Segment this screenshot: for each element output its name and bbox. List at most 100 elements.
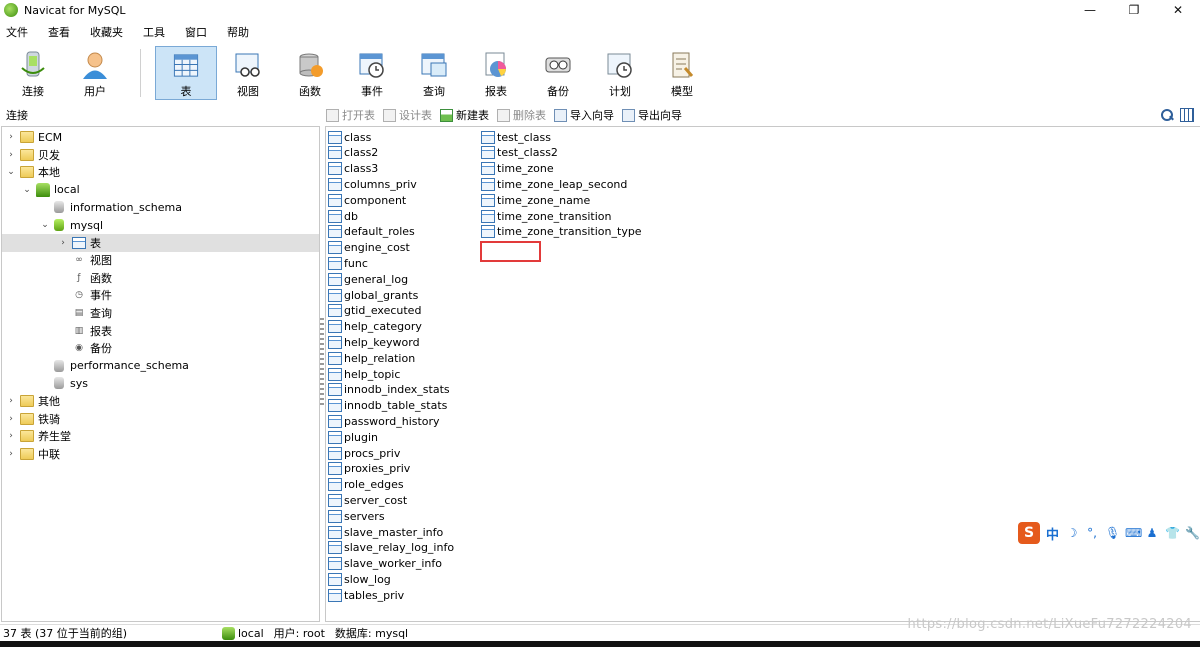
table-list-item[interactable]: global_grants [328,287,418,303]
tree-item[interactable]: › 中联 [2,445,319,463]
restore-button[interactable]: ❐ [1112,0,1156,20]
table-list-item[interactable]: test_class2 [481,145,558,161]
toolbar-event-button[interactable]: 事件 [341,46,403,100]
chevron-right-icon[interactable]: › [6,396,16,406]
table-list-item[interactable]: slow_log [328,571,391,587]
table-list-item[interactable]: server_cost [328,492,407,508]
table-list-item[interactable]: engine_cost [328,240,410,256]
ime-mode[interactable]: 中 [1046,524,1059,543]
sogou-logo-icon[interactable]: S [1018,522,1040,544]
toolbar-report-button[interactable]: 报表 [465,46,527,100]
tree-item[interactable]: › 铁骑 [2,410,319,428]
table-list-item[interactable]: time_zone_transition_type [481,224,642,240]
tree-item[interactable]: ▥ 报表 [2,322,319,340]
table-list-item[interactable]: slave_master_info [328,524,443,540]
tree-item[interactable]: ▤ 查询 [2,304,319,322]
table-list-item[interactable]: proxies_priv [328,461,410,477]
tree-item[interactable]: ◉ 备份 [2,339,319,357]
table-list-item[interactable]: slave_relay_log_info [328,540,454,556]
delete-table-button[interactable]: 删除表 [497,107,546,123]
tree-item[interactable]: › 贝发 [2,146,319,164]
tree-item[interactable]: sys [2,374,319,392]
tree-item[interactable]: information_schema [2,198,319,216]
keyboard-icon[interactable]: ⌨ [1125,526,1142,540]
chevron-down-icon[interactable]: ⌄ [40,220,50,230]
tree-item[interactable]: ƒ 函数 [2,269,319,287]
chevron-right-icon[interactable]: › [6,150,16,160]
chevron-right-icon[interactable]: › [6,449,16,459]
table-list-item[interactable]: time_zone_name [481,192,590,208]
tree-item[interactable]: performance_schema [2,357,319,375]
tree-item[interactable]: › ECM [2,128,319,146]
table-list-item[interactable]: role_edges [328,477,404,493]
tree-item[interactable]: › 养生堂 [2,427,319,445]
open-table-button[interactable]: 打开表 [326,107,375,123]
tree-item[interactable]: › 表 [2,233,319,252]
tree-item[interactable]: ⌄ mysql [2,216,319,234]
new-table-button[interactable]: 新建表 [440,107,489,123]
toolbar-table-button[interactable]: 表 [155,46,217,100]
table-list-item[interactable]: class [328,129,371,145]
splitter-handle[interactable] [320,318,324,408]
table-list-item[interactable]: help_topic [328,366,400,382]
table-list-item[interactable]: procs_priv [328,445,400,461]
table-list-item[interactable]: func [328,255,368,271]
table-list-item[interactable]: time_zone_leap_second [481,176,627,192]
export-wizard-button[interactable]: 导出向导 [622,107,682,123]
search-icon[interactable] [1160,108,1174,122]
import-wizard-button[interactable]: 导入向导 [554,107,614,123]
wrench-icon[interactable]: 🔧 [1185,526,1200,540]
table-list-item[interactable]: component [328,192,406,208]
menu-window[interactable]: 窗口 [179,24,215,40]
chevron-right-icon[interactable]: › [6,414,16,424]
toolbar-connection-button[interactable]: 连接 [2,46,64,100]
table-list-item[interactable]: plugin [328,429,378,445]
table-list-item[interactable]: general_log [328,271,408,287]
tree-item[interactable]: ◷ 事件 [2,286,319,304]
close-button[interactable]: ✕ [1156,0,1200,20]
menu-help[interactable]: 帮助 [221,24,257,40]
table-list-item[interactable]: db [328,208,358,224]
chevron-right-icon[interactable]: › [58,238,68,248]
toolbar-view-button[interactable]: 视图 [217,46,279,100]
chevron-right-icon[interactable]: › [6,132,16,142]
microphone-icon[interactable]: 🎙 [1105,526,1120,540]
minimize-button[interactable]: — [1068,0,1112,20]
moon-icon[interactable]: ☽ [1065,526,1079,540]
table-list-item[interactable]: class2 [328,145,378,161]
table-list-item[interactable]: password_history [328,413,440,429]
shirt-icon[interactable]: 👕 [1165,526,1180,540]
chevron-right-icon[interactable]: › [6,431,16,441]
menu-favorites[interactable]: 收藏夹 [84,24,131,40]
design-table-button[interactable]: 设计表 [383,107,432,123]
punctuation-icon[interactable]: °, [1085,526,1099,540]
user-icon[interactable]: ♟ [1145,526,1159,540]
table-list-item[interactable]: time_zone [481,161,554,177]
table-list-item[interactable]: class3 [328,161,378,177]
grid-view-icon[interactable] [1180,108,1194,122]
chevron-down-icon[interactable]: ⌄ [22,185,32,195]
table-list-item[interactable]: columns_priv [328,176,417,192]
table-list-item[interactable]: help_relation [328,350,415,366]
toolbar-query-button[interactable]: 查询 [403,46,465,100]
menu-view[interactable]: 查看 [42,24,78,40]
tree-item[interactable]: ⌄ local [2,181,319,199]
table-list-item[interactable]: servers [328,508,385,524]
toolbar-model-button[interactable]: 模型 [651,46,713,100]
table-list-item[interactable]: default_roles [328,224,415,240]
table-list-item[interactable]: innodb_table_stats [328,398,447,414]
toolbar-schedule-button[interactable]: 计划 [589,46,651,100]
tree-item[interactable]: ⌄ 本地 [2,163,319,181]
menu-file[interactable]: 文件 [0,24,36,40]
table-list-item[interactable]: help_category [328,319,422,335]
menu-tools[interactable]: 工具 [137,24,173,40]
tree-item[interactable]: › 其他 [2,392,319,410]
toolbar-backup-button[interactable]: 备份 [527,46,589,100]
chevron-down-icon[interactable]: ⌄ [6,167,16,177]
table-list-item[interactable]: gtid_executed [328,303,421,319]
table-list-item[interactable]: help_keyword [328,334,420,350]
toolbar-function-button[interactable]: 函数 [279,46,341,100]
table-list-item[interactable]: test_class [481,129,551,145]
table-list-item[interactable]: time_zone_transition [481,208,612,224]
toolbar-user-button[interactable]: 用户 [64,46,126,100]
